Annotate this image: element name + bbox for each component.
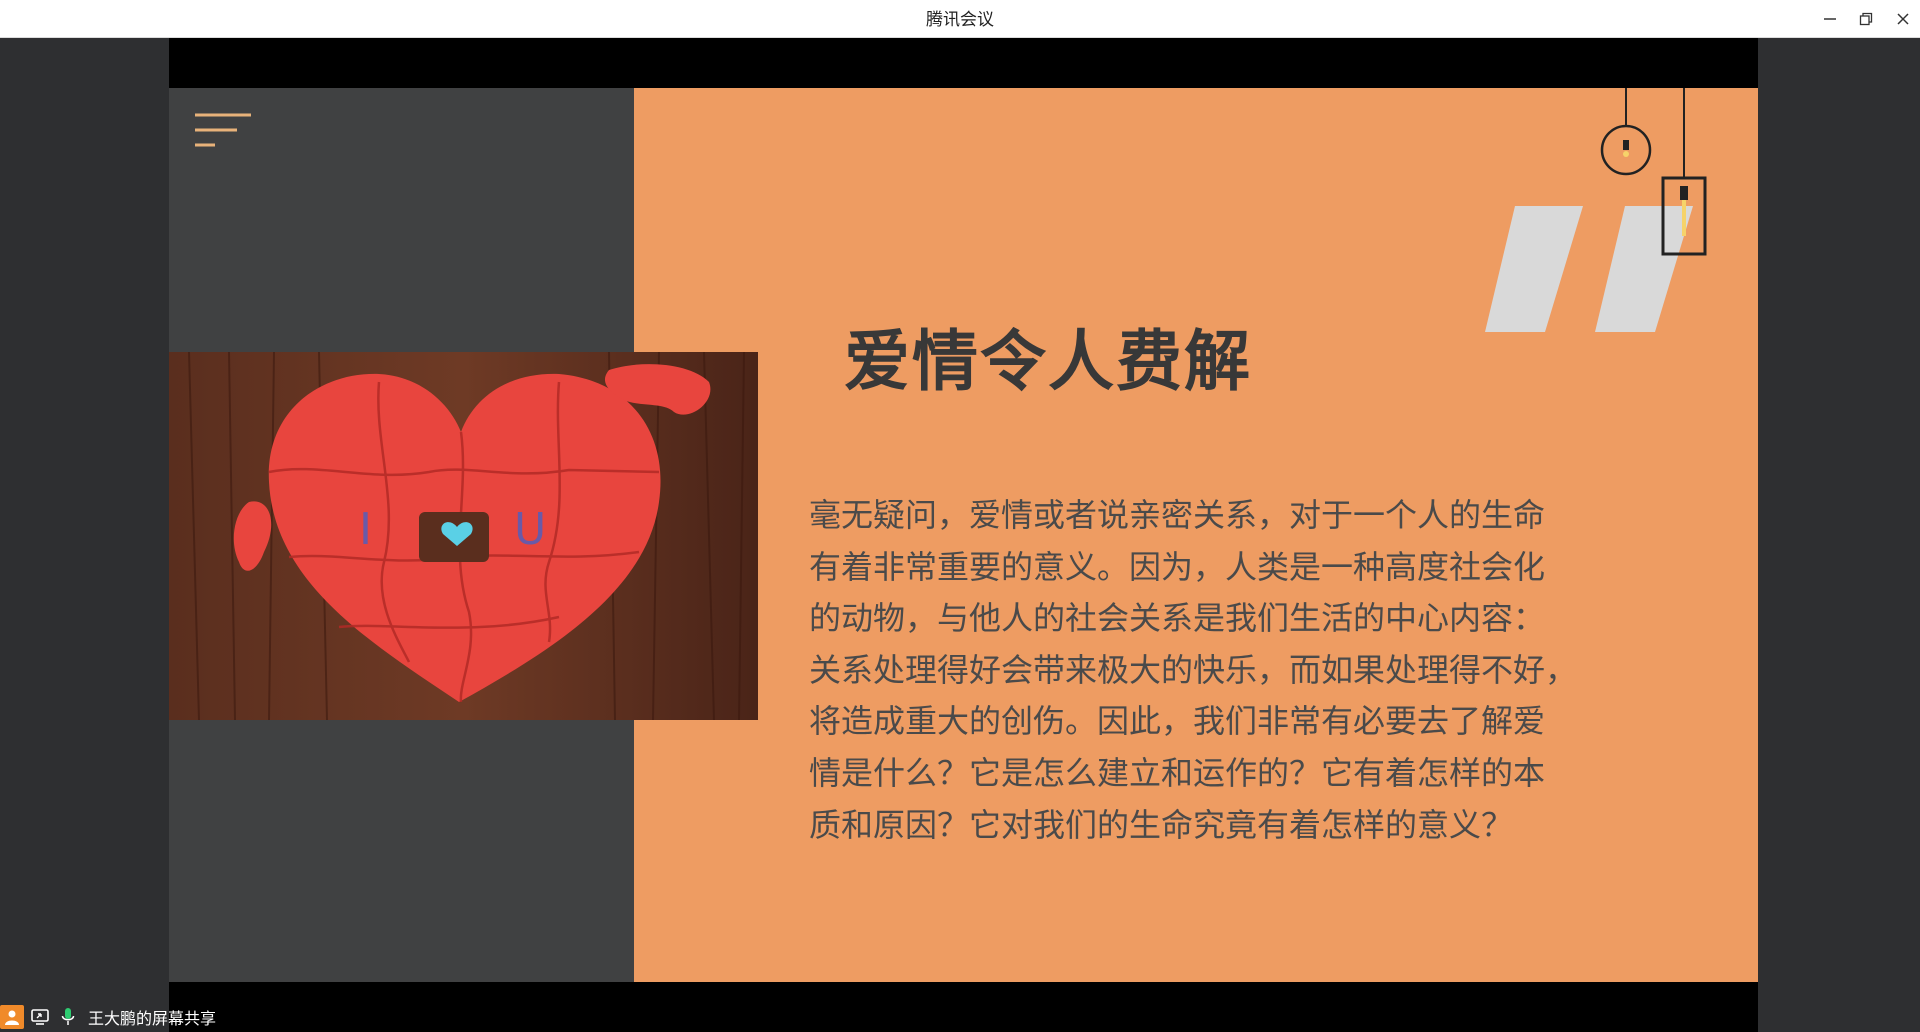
slide-body-line: 的动物，与他人的社会关系是我们生活的中心内容： — [809, 599, 1546, 638]
slide-title: 爱情令人费解 — [844, 323, 1252, 400]
screen-share-icon[interactable] — [28, 1005, 52, 1029]
menu-lines-icon — [195, 113, 251, 147]
slide-body-line: 毫无疑问，爱情或者说亲密关系，对于一个人的生命 — [809, 496, 1546, 534]
share-status-bar: 王大鹏的屏幕共享 — [0, 1002, 216, 1032]
right-margin — [1758, 38, 1920, 1032]
microphone-icon[interactable] — [56, 1005, 80, 1029]
window-title-bar: 腾讯会议 — [0, 0, 1920, 38]
close-button[interactable] — [1889, 7, 1917, 31]
slide-body-line: 关系处理得好会带来极大的快乐，而如果处理得不好， — [809, 650, 1578, 689]
restore-icon — [1859, 12, 1873, 26]
photo-letter-i: I — [359, 504, 372, 555]
presentation-slide: I U 爱情令人费解 毫无疑问，爱情或者说亲密关系，对于一个人的生命 有着非常重… — [169, 88, 1758, 982]
close-icon — [1897, 13, 1909, 25]
letterbox-top — [169, 38, 1758, 88]
minimize-button[interactable] — [1816, 7, 1844, 31]
restore-button[interactable] — [1852, 7, 1880, 31]
participant-icon[interactable] — [0, 1005, 24, 1029]
puzzle-heart-photo: I U — [169, 352, 758, 720]
slide-body-line: 将造成重大的创伤。因此，我们非常有必要去了解爱 — [809, 702, 1546, 741]
slide-body-text: 毫无疑问，爱情或者说亲密关系，对于一个人的生命 有着非常重要的意义。因为，人类是… — [809, 490, 1629, 851]
screen-share-label: 王大鹏的屏幕共享 — [88, 1009, 217, 1028]
slide-body-line: 有着非常重要的意义。因为，人类是一种高度社会化 — [809, 547, 1546, 586]
left-margin — [0, 38, 169, 1032]
letterbox-bottom — [169, 982, 1758, 1032]
minimize-icon — [1824, 18, 1836, 20]
window-title: 腾讯会议 — [926, 10, 994, 30]
photo-letter-u: U — [514, 504, 546, 555]
slide-body-line: 情是什么？它是怎么建立和运作的？它有着怎样的本 — [809, 753, 1546, 792]
slide-body-line: 质和原因？它对我们的生命究竟有着怎样的意义？ — [809, 805, 1514, 844]
hanging-lamps-icon — [1600, 88, 1707, 256]
